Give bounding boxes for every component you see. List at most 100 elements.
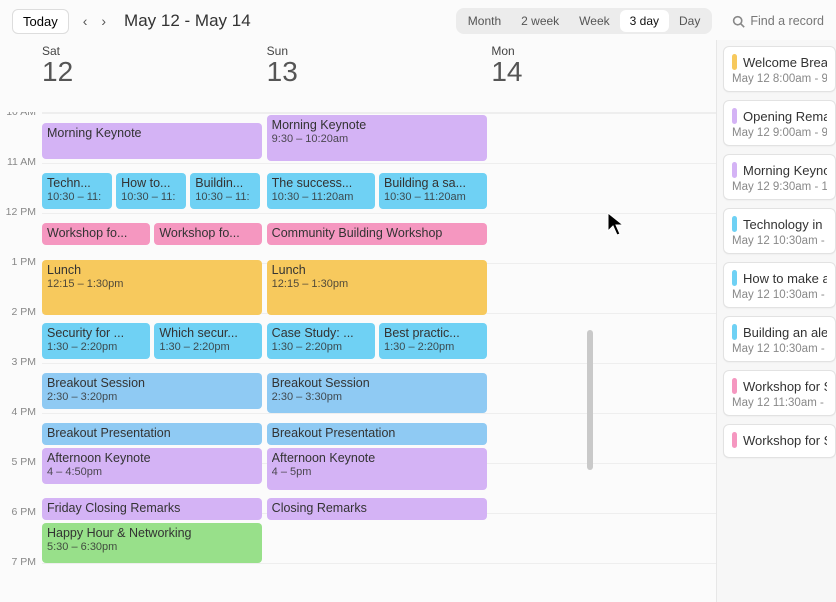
calendar-event[interactable]: Morning Keynote9:30 – 10:20am [267,115,487,161]
event-time: 10:30 – 11: [47,191,107,204]
record-title: Welcome Brea [743,55,827,70]
record-subtitle: May 12 9:30am - 1 [732,181,827,193]
scrollbar-thumb[interactable] [587,330,593,470]
color-pill [732,432,737,448]
event-title: Which secur... [159,326,257,341]
event-title: Breakout Presentation [272,426,482,441]
hour-label: 6 PM [0,506,42,556]
record-card[interactable]: Workshop for SMay 12 11:30am - [723,370,836,416]
record-list: Welcome Brea May 12 8:00am - 9 Opening Rem… [716,40,836,602]
calendar-event[interactable]: Case Study: ...1:30 – 2:20pm [267,323,375,359]
calendar-event[interactable]: Best practic...1:30 – 2:20pm [379,323,487,359]
calendar-event[interactable]: Workshop fo... [42,223,150,245]
calendar-event[interactable]: Techn...10:30 – 11: [42,173,112,209]
calendar-event[interactable]: Buildin...10:30 – 11: [190,173,260,209]
event-time: 1:30 – 2:20pm [159,341,257,354]
calendar-event[interactable]: Breakout Session2:30 – 3:20pm [42,373,262,409]
hour-label: 3 PM [0,356,42,406]
color-pill [732,108,737,124]
search-input[interactable]: Find a record [732,14,824,28]
calendar-event[interactable]: Lunch12:15 – 1:30pm [267,260,487,315]
event-title: How to... [121,176,181,191]
color-pill [732,378,737,394]
record-card[interactable]: Opening Rema May 12 9:00am - 9 [723,100,836,146]
event-title: Breakout Session [272,376,482,391]
record-title: Technology in [743,217,823,232]
view-week[interactable]: Week [569,10,619,32]
record-card[interactable]: Technology in May 12 10:30am - [723,208,836,254]
record-card[interactable]: Welcome Brea May 12 8:00am - 9 [723,46,836,92]
view-month[interactable]: Month [458,10,511,32]
view-day[interactable]: Day [669,10,710,32]
event-time: 1:30 – 2:20pm [47,341,145,354]
calendar-event[interactable]: Lunch12:15 – 1:30pm [42,260,262,315]
color-pill [732,270,737,286]
record-title: Workshop for S [743,379,827,394]
record-card[interactable]: How to make a May 12 10:30am - [723,262,836,308]
day-of-month: 13 [267,58,492,86]
prev-button[interactable]: ‹ [79,11,92,31]
calendar-event[interactable]: The success...10:30 – 11:20am [267,173,375,209]
today-button[interactable]: Today [12,9,69,34]
calendar-event[interactable]: Friday Closing Remarks [42,498,262,520]
calendar-event[interactable]: Breakout Session2:30 – 3:30pm [267,373,487,413]
view-3day[interactable]: 3 day [620,10,669,32]
event-time: 10:30 – 11:20am [384,191,482,204]
calendar-event[interactable]: Breakout Presentation [267,423,487,445]
event-title: Techn... [47,176,107,191]
calendar-event[interactable]: Breakout Presentation [42,423,262,445]
record-subtitle: May 12 9:00am - 9 [732,127,827,139]
calendar-event[interactable]: Happy Hour & Networking5:30 – 6:30pm [42,523,262,563]
record-card[interactable]: Workshop for S [723,424,836,458]
day-of-month: 12 [42,58,267,86]
search-icon [732,15,745,28]
calendar-event[interactable]: Morning Keynote [42,123,262,159]
event-title: Community Building Workshop [272,226,482,241]
calendar-event[interactable]: Security for ...1:30 – 2:20pm [42,323,150,359]
calendar-event[interactable]: Building a sa...10:30 – 11:20am [379,173,487,209]
record-title: Opening Rema [743,109,827,124]
calendar-event[interactable]: Closing Remarks [267,498,487,520]
event-title: Workshop fo... [47,226,145,241]
event-time: 10:30 – 11: [195,191,255,204]
calendar-event[interactable]: Afternoon Keynote4 – 4:50pm [42,448,262,484]
calendar-event[interactable]: Workshop fo... [154,223,262,245]
record-subtitle: May 12 8:00am - 9 [732,73,827,85]
event-title: Best practic... [384,326,482,341]
event-title: Lunch [47,263,257,278]
calendar-event[interactable]: How to...10:30 – 11: [116,173,186,209]
record-subtitle: May 12 10:30am - [732,235,827,247]
record-card[interactable]: Morning Keyno May 12 9:30am - 1 [723,154,836,200]
view-2week[interactable]: 2 week [511,10,569,32]
event-title: Afternoon Keynote [272,451,482,466]
event-title: Morning Keynote [47,126,257,141]
record-subtitle: May 12 10:30am - [732,289,827,301]
day-of-week: Sat [42,44,267,58]
event-time: 5:30 – 6:30pm [47,541,257,554]
event-time: 1:30 – 2:20pm [384,341,482,354]
event-title: Workshop fo... [159,226,257,241]
next-button[interactable]: › [97,11,110,31]
hour-label: 7 PM [0,556,42,602]
record-title: Building an ale [743,325,827,340]
hour-label: 4 PM [0,406,42,456]
event-title: Lunch [272,263,482,278]
calendar-event[interactable]: Afternoon Keynote4 – 5pm [267,448,487,490]
record-card[interactable]: Building an aleMay 12 10:30am - [723,316,836,362]
record-title: Morning Keyno [743,163,827,178]
event-title: Morning Keynote [272,118,482,133]
color-pill [732,324,737,340]
event-time: 9:30 – 10:20am [272,133,482,146]
color-pill [732,162,737,178]
event-time: 12:15 – 1:30pm [272,278,482,291]
search-placeholder: Find a record [750,14,824,28]
calendar-event[interactable]: Community Building Workshop [267,223,487,245]
record-title: How to make a [743,271,827,286]
calendar-event[interactable]: Which secur...1:30 – 2:20pm [154,323,262,359]
day-column[interactable]: Morning KeynoteTechn...10:30 – 11:How to… [42,113,267,602]
day-of-week: Sun [267,44,492,58]
date-range-title: May 12 - May 14 [124,11,251,31]
event-time: 10:30 – 11: [121,191,181,204]
day-column[interactable]: Morning Keynote9:30 – 10:20am The success… [267,113,492,602]
day-column[interactable] [491,113,716,602]
